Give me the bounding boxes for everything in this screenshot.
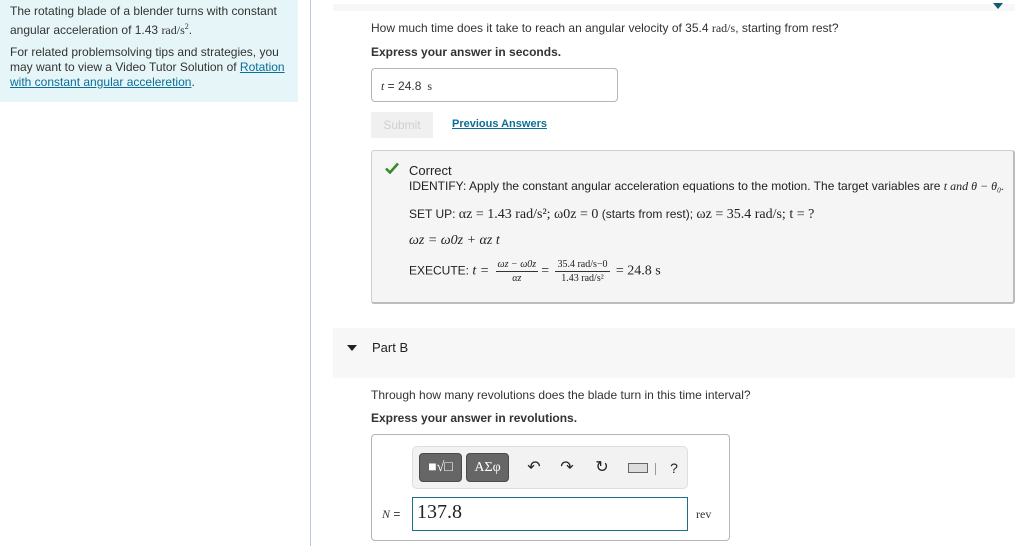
part-a-answer-display: t = 24.8 s — [371, 68, 618, 102]
keyboard-icon[interactable] — [628, 463, 648, 473]
part-a-header-strip[interactable] — [333, 4, 1015, 11]
submit-button[interactable]: Submit — [371, 112, 433, 138]
greek-symbols-button[interactable]: ΑΣφ — [466, 453, 509, 482]
tips-text: For related problemsolving tips and stra… — [10, 45, 285, 89]
part-a-answer-value: 24.8 — [398, 79, 422, 93]
feedback-identify: IDENTIFY: Apply the constant angular acc… — [409, 179, 1005, 193]
math-toolbar: ■√□ ΑΣφ ↶ ↷ ↻ ? — [412, 446, 688, 489]
previous-answers-link[interactable]: Previous Answers — [452, 118, 547, 130]
feedback-box: Correct IDENTIFY: Apply the constant ang… — [371, 150, 1015, 304]
part-a-question: How much time does it take to reach an a… — [371, 21, 839, 35]
feedback-result: = 24.8 s — [615, 263, 661, 279]
problem-statement: The rotating blade of a blender turns wi… — [10, 4, 277, 37]
answer-variable-label: N = — [382, 507, 401, 521]
part-a-instruction: Express your answer in seconds. — [371, 45, 562, 59]
part-b-instruction: Express your answer in revolutions. — [371, 411, 578, 425]
templates-button[interactable]: ■√□ — [419, 453, 462, 482]
fraction-numeric: 35.4 rad/s−0 1.43 rad/s² — [555, 259, 610, 284]
problem-info-panel: The rotating blade of a blender turns wi… — [0, 0, 298, 102]
reset-icon[interactable]: ↻ — [593, 459, 611, 477]
part-b-question: Through how many revolutions does the bl… — [371, 388, 751, 402]
help-button[interactable]: ? — [665, 459, 683, 477]
revolutions-answer-input[interactable]: 137.8 — [412, 497, 688, 531]
answer-unit-label: rev — [696, 507, 712, 521]
feedback-status: Correct — [409, 163, 452, 178]
part-b-header[interactable] — [333, 328, 1015, 378]
fraction-symbolic: ωz − ω0z αz — [495, 259, 539, 284]
feedback-equation: ωz = ω0z + αz t — [409, 233, 500, 248]
feedback-execute: EXECUTE: t = ωz − ω0z αz = 35.4 rad/s−0 1.4… — [409, 259, 661, 284]
part-b-answer-area: ■√□ ΑΣφ ↶ ↷ ↻ ? N = 137.8 rev — [371, 434, 730, 541]
part-b-label[interactable]: Part B — [372, 340, 408, 355]
redo-icon[interactable]: ↷ — [558, 459, 576, 477]
panel-divider — [310, 0, 311, 546]
checkmark-icon — [385, 162, 399, 174]
chevron-down-icon[interactable] — [993, 3, 1003, 9]
caret-down-icon[interactable] — [347, 345, 357, 351]
feedback-setup: SET UP: αz = 1.43 rad/s²; ω0z = 0 (start… — [409, 207, 815, 222]
toolbar-separator — [655, 463, 656, 475]
undo-icon[interactable]: ↶ — [525, 459, 543, 477]
